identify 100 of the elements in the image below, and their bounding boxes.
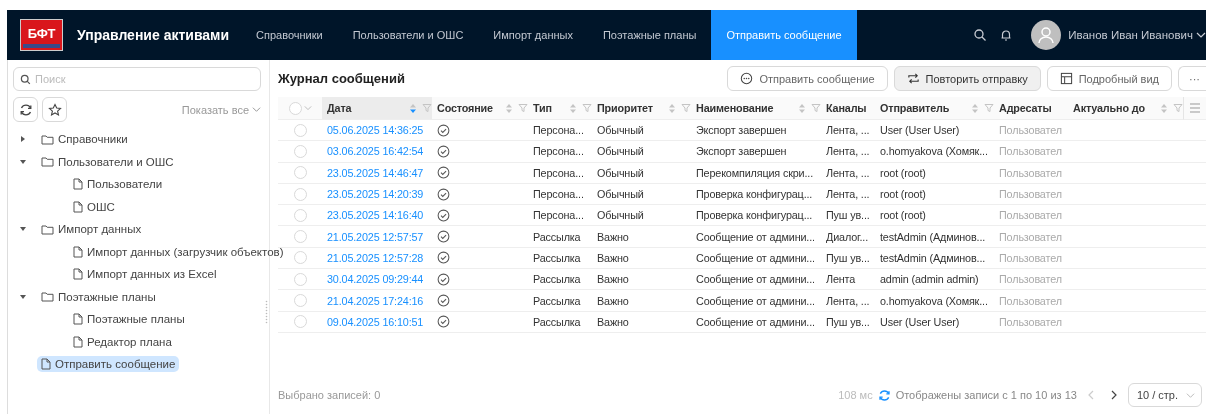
user-name[interactable]: Иванов Иван Иванович: [1068, 29, 1193, 41]
column-settings-icon[interactable]: [1189, 102, 1201, 114]
search-icon[interactable]: [973, 28, 988, 42]
row-checkbox[interactable]: [293, 123, 307, 137]
row-checkbox[interactable]: [293, 294, 307, 307]
tree-item[interactable]: Импорт данных: [37, 221, 146, 238]
row-checkbox[interactable]: [293, 315, 307, 329]
bell-icon[interactable]: [999, 28, 1014, 42]
caret-right-icon[interactable]: [19, 135, 27, 144]
table-cell: Пуш ув...: [826, 251, 870, 264]
toolbar-button[interactable]: Подробный вид: [1046, 66, 1172, 91]
table-cell: Важно: [597, 273, 629, 286]
tree-item[interactable]: Справочники: [37, 131, 132, 148]
sort-icon[interactable]: [409, 102, 417, 114]
table-cell: testAdmin (Админов...: [880, 251, 986, 264]
avatar[interactable]: [1031, 20, 1062, 50]
column-header[interactable]: Наименование: [696, 102, 774, 114]
column-header[interactable]: Актуально до: [1073, 102, 1145, 114]
table-cell: Обычный: [597, 145, 644, 158]
resize-handle[interactable]: [265, 300, 268, 324]
table-cell: Экспорт завершен: [696, 145, 787, 158]
column-header[interactable]: Адресаты: [999, 102, 1052, 114]
tree-item[interactable]: Пользователи и ОШС: [37, 153, 178, 170]
toolbar-button[interactable]: Повторить отправку: [893, 66, 1041, 91]
table-cell: Обычный: [597, 124, 644, 137]
table-cell: Проверка конфигурац...: [696, 209, 813, 222]
load-time: 108 мс: [838, 389, 873, 401]
sort-icon[interactable]: [1160, 102, 1168, 114]
tree-item[interactable]: ОШС: [69, 198, 119, 215]
check-circle-icon: [437, 294, 450, 307]
sort-icon[interactable]: [798, 102, 806, 114]
row-checkbox[interactable]: [293, 166, 307, 180]
check-circle-icon: [437, 144, 450, 158]
nav-tab[interactable]: Поэтажные планы: [587, 10, 712, 60]
tree-item[interactable]: Импорт данных (загрузчик объектов): [69, 243, 288, 260]
sort-icon[interactable]: [668, 102, 676, 114]
table-cell: Пользовател: [999, 166, 1062, 179]
column-header[interactable]: Отправитель: [880, 102, 950, 114]
check-circle-icon: [437, 315, 450, 329]
row-checkbox[interactable]: [293, 272, 307, 286]
table-cell: Сообщение от админи...: [696, 230, 815, 243]
table-cell: Сообщение от админи...: [696, 315, 815, 328]
filter-icon[interactable]: [422, 103, 432, 113]
row-checkbox[interactable]: [293, 144, 307, 158]
sort-icon[interactable]: [569, 102, 577, 114]
table-cell: Лента: [826, 273, 856, 286]
select-all-checkbox[interactable]: [288, 101, 302, 115]
table-cell: Пользовател: [999, 294, 1062, 307]
table-cell: Персона...: [533, 188, 584, 201]
row-checkbox[interactable]: [293, 208, 307, 222]
table-cell: Лента, ...: [826, 145, 870, 158]
table-cell: Рассылка: [533, 230, 581, 243]
table-cell: Пользовател: [999, 124, 1062, 137]
check-circle-icon: [437, 208, 450, 222]
filter-icon[interactable]: [582, 103, 592, 113]
column-header[interactable]: Дата: [327, 102, 352, 114]
refresh-button[interactable]: [13, 97, 38, 122]
check-circle-icon: [437, 166, 450, 180]
page-size-select[interactable]: 10 / стр.: [1127, 383, 1202, 407]
column-header[interactable]: Тип: [533, 102, 552, 114]
tree-item[interactable]: Импорт данных из Excel: [69, 266, 221, 283]
chevron-down-icon: [252, 105, 261, 114]
table-cell: Экспорт завершен: [696, 124, 787, 137]
tree-item[interactable]: Пользователи: [69, 176, 167, 193]
tree-item[interactable]: Редактор плана: [69, 333, 176, 350]
column-header[interactable]: Приоритет: [597, 102, 653, 114]
filter-icon[interactable]: [681, 103, 691, 113]
favorite-button[interactable]: [42, 97, 67, 122]
tree-item[interactable]: Поэтажные планы: [37, 288, 160, 305]
table-cell: Лента, ...: [826, 166, 870, 179]
filter-icon[interactable]: [1173, 103, 1183, 113]
table-cell: Важно: [597, 315, 629, 328]
nav-tab[interactable]: Справочники: [241, 10, 338, 60]
table-cell: o.homyakova (Хомяк...: [880, 294, 988, 307]
sort-icon[interactable]: [505, 102, 513, 114]
column-header[interactable]: Состояние: [437, 102, 493, 114]
nav-tab[interactable]: Импорт данных: [478, 10, 588, 60]
row-checkbox[interactable]: [293, 251, 307, 265]
toolbar-button[interactable]: Отправить сообщение: [727, 66, 888, 91]
tree-item[interactable]: Поэтажные планы: [69, 311, 189, 328]
filter-icon[interactable]: [518, 103, 528, 113]
chevron-down-icon[interactable]: [1196, 30, 1206, 40]
row-checkbox[interactable]: [293, 187, 307, 201]
more-button[interactable]: ···: [1178, 66, 1206, 91]
table-cell: Рассылка: [533, 251, 581, 264]
refresh-icon[interactable]: [877, 388, 891, 402]
caret-down-icon[interactable]: [19, 157, 27, 166]
search-field[interactable]: Поиск: [13, 67, 261, 91]
filter-icon[interactable]: [984, 103, 994, 113]
table-cell: root (root): [880, 188, 926, 201]
caret-down-icon[interactable]: [19, 292, 27, 301]
nav-tab[interactable]: Пользователи и ОШС: [337, 10, 479, 60]
sort-icon[interactable]: [971, 102, 979, 114]
filter-icon[interactable]: [811, 103, 821, 113]
logo: БФТ: [20, 19, 63, 51]
chevron-down-icon: [1186, 390, 1195, 400]
column-header[interactable]: Каналы: [826, 102, 867, 114]
tree-item[interactable]: Отправить сообщение: [37, 356, 180, 373]
table-cell: Пользовател: [999, 209, 1062, 222]
row-checkbox[interactable]: [293, 230, 307, 244]
